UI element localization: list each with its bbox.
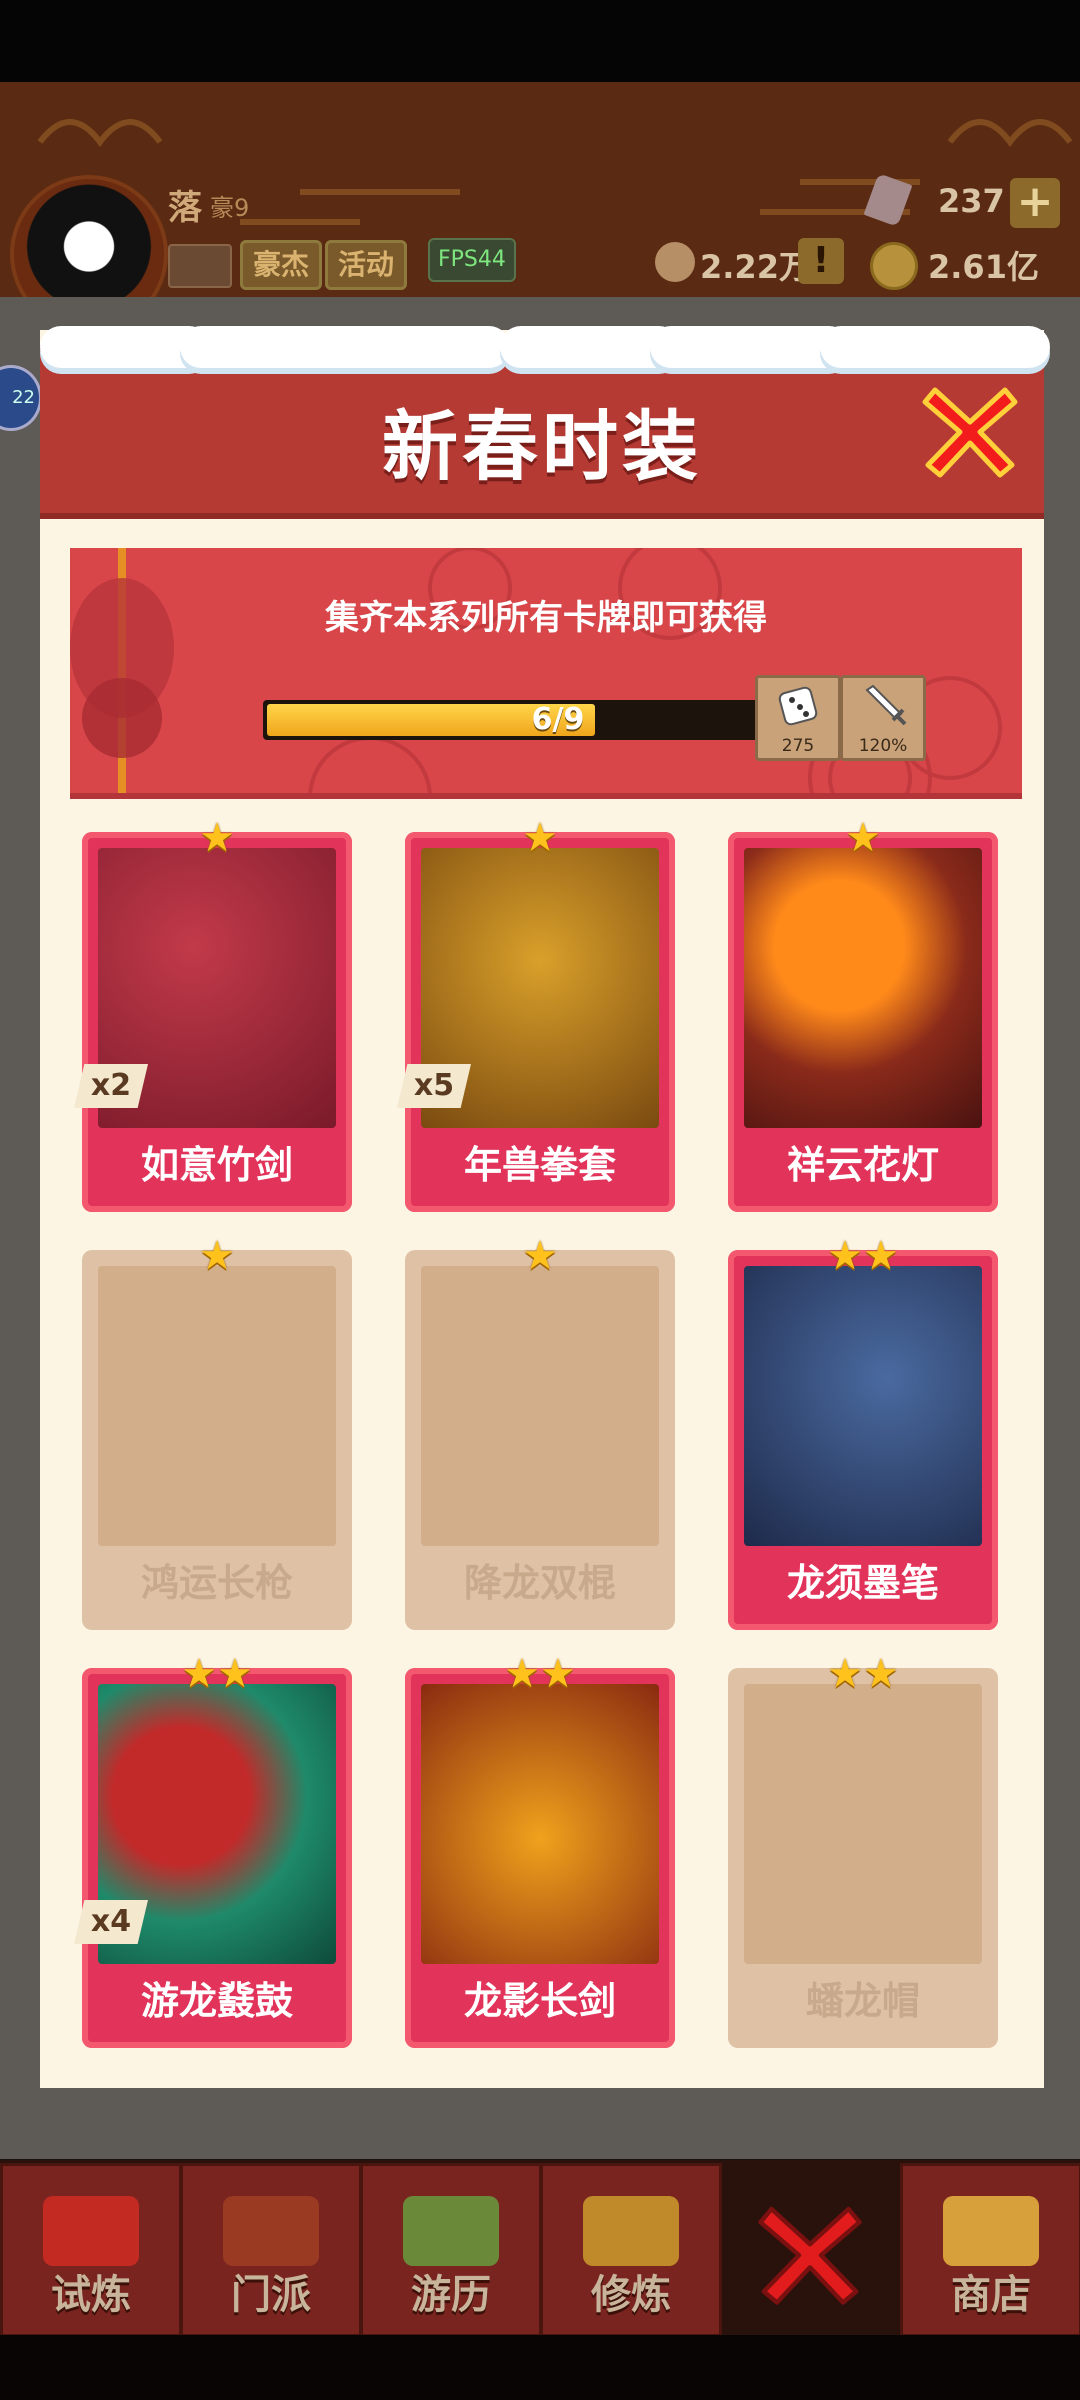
mail-icon[interactable] <box>168 244 232 288</box>
lion-head-icon <box>70 548 174 793</box>
star-rating-icon: ★★ <box>504 1651 576 1697</box>
card-name: 龙须墨笔 <box>786 1561 939 1605</box>
costume-card[interactable]: ★★ 蟠龙帽 <box>728 1654 998 2048</box>
card-name: 游龙鼗鼓 <box>140 1979 293 2023</box>
costume-card[interactable]: ★★ 龙影长剑 <box>405 1654 675 2048</box>
costume-card[interactable]: ★ x5 年兽拳套 <box>397 818 675 1212</box>
card-count-badge: x5 <box>397 1064 471 1108</box>
card-placeholder <box>744 1684 982 1964</box>
card-name: 鸿运长枪 <box>140 1561 293 1605</box>
star-rating-icon: ★ <box>522 1233 558 1279</box>
star-rating-icon: ★★ <box>827 1233 899 1279</box>
nav-sect-label: 门派 <box>231 2272 311 2318</box>
card-artwork <box>744 848 982 1128</box>
star-rating-icon: ★★ <box>181 1651 253 1697</box>
nav-sect[interactable]: 门派 <box>180 2163 362 2337</box>
add-gems-button[interactable]: + <box>1010 178 1060 228</box>
star-rating-icon: ★ <box>522 815 558 861</box>
coin-icon <box>870 242 918 290</box>
mountain-icon <box>403 2196 499 2266</box>
card-name: 年兽拳套 <box>463 1143 616 1187</box>
nav-shop[interactable]: 商店 <box>900 2163 1080 2337</box>
card-name: 蟠龙帽 <box>805 1979 920 2023</box>
costume-card[interactable]: ★ 祥云花灯 <box>728 818 998 1212</box>
bonus-sword[interactable]: 120% <box>840 675 926 761</box>
gem-count: 237 <box>938 182 1005 220</box>
nav-trial-label: 试炼 <box>51 2272 131 2318</box>
card-artwork <box>744 1266 982 1546</box>
card-artwork <box>421 1684 659 1964</box>
power-icon <box>655 242 695 282</box>
modal-title: 新春时装 <box>382 402 702 491</box>
costume-card[interactable]: ★★ x4 游龙鼗鼓 <box>74 1654 352 2048</box>
costume-card[interactable]: ★ 降龙双棍 <box>405 1236 675 1630</box>
trial-icon <box>43 2196 139 2266</box>
costume-card[interactable]: ★ x2 如意竹剑 <box>74 818 352 1212</box>
bonus-sword-value: 120% <box>858 736 908 756</box>
star-rating-icon: ★ <box>845 815 881 861</box>
alert-button[interactable]: ! <box>798 238 844 284</box>
card-placeholder <box>98 1266 336 1546</box>
shop-icon <box>943 2196 1039 2266</box>
nav-close-icon[interactable] <box>755 2198 865 2308</box>
card-count-badge: x4 <box>74 1900 148 1944</box>
status-bar <box>0 0 1080 82</box>
card-name: 祥云花灯 <box>786 1143 939 1187</box>
snow-decoration <box>180 326 510 368</box>
tag-button-hero[interactable]: 豪杰 <box>240 240 323 290</box>
system-nav-bar <box>0 2335 1080 2400</box>
nav-travel[interactable]: 游历 <box>360 2163 542 2337</box>
card-placeholder <box>421 1266 659 1546</box>
snow-decoration <box>820 326 1050 368</box>
player-title: 豪9 <box>210 194 250 222</box>
nav-cultivate[interactable]: 修炼 <box>540 2163 722 2337</box>
tag-button-event[interactable]: 活动 <box>325 240 408 290</box>
card-name: 如意竹剑 <box>140 1143 293 1187</box>
player-name: 落 <box>168 188 202 228</box>
dice-icon <box>778 686 818 726</box>
collection-banner <box>70 548 1022 799</box>
nav-shop-label: 商店 <box>951 2272 1031 2318</box>
costume-card[interactable]: ★★ 龙须墨笔 <box>728 1236 998 1630</box>
banner-text: 集齐本系列所有卡牌即可获得 <box>325 598 767 638</box>
costume-card[interactable]: ★ 鸿运长枪 <box>82 1236 352 1630</box>
star-rating-icon: ★ <box>199 815 235 861</box>
card-count-badge: x2 <box>74 1064 148 1108</box>
star-rating-icon: ★ <box>199 1233 235 1279</box>
close-icon[interactable] <box>920 380 1020 480</box>
bonus-dice[interactable]: 275 <box>755 675 841 761</box>
card-name: 龙影长剑 <box>463 1979 616 2023</box>
fps-counter: FPS44 <box>428 238 516 282</box>
nav-travel-label: 游历 <box>411 2272 491 2318</box>
book-icon <box>583 2196 679 2266</box>
temple-icon <box>223 2196 319 2266</box>
bonus-dice-value: 275 <box>781 736 815 756</box>
coin-count: 2.61亿 <box>928 248 1039 286</box>
card-name: 降龙双棍 <box>463 1561 616 1605</box>
star-rating-icon: ★★ <box>827 1651 899 1697</box>
nav-cultivate-label: 修炼 <box>591 2272 671 2318</box>
sword-icon <box>865 684 907 726</box>
power-value: 2.22万 <box>700 248 811 286</box>
nav-trial[interactable]: 试炼 <box>0 2163 182 2337</box>
